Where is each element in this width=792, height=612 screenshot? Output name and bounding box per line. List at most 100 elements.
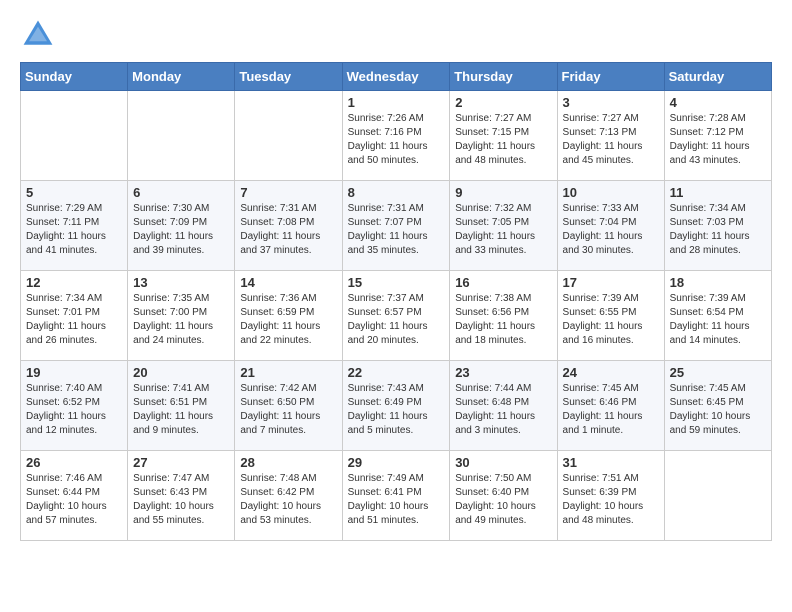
calendar-header-row: SundayMondayTuesdayWednesdayThursdayFrid…: [21, 63, 772, 91]
day-info: Sunrise: 7:37 AM Sunset: 6:57 PM Dayligh…: [348, 292, 445, 348]
calendar-day-cell: 24 Sunrise: 7:45 AM Sunset: 6:46 PM Dayli…: [557, 361, 664, 451]
weekday-header-sunday: Sunday: [21, 63, 128, 91]
day-info: Sunrise: 7:45 AM Sunset: 6:46 PM Dayligh…: [563, 382, 659, 438]
day-info: Sunrise: 7:31 AM Sunset: 7:08 PM Dayligh…: [240, 202, 336, 258]
calendar-day-cell: 25 Sunrise: 7:45 AM Sunset: 6:45 PM Dayli…: [664, 361, 771, 451]
day-number: 26: [26, 455, 122, 470]
calendar-day-cell: 31 Sunrise: 7:51 AM Sunset: 6:39 PM Dayli…: [557, 451, 664, 541]
calendar-day-cell: 10Sunrise: 7:33 AM Sunset: 7:04 PM Dayli…: [557, 181, 664, 271]
day-number: 22: [348, 365, 445, 380]
day-info: Sunrise: 7:26 AM Sunset: 7:16 PM Dayligh…: [348, 112, 445, 168]
day-number: 18: [670, 275, 766, 290]
weekday-header-thursday: Thursday: [450, 63, 557, 91]
day-number: 11: [670, 185, 766, 200]
calendar-day-cell: 22 Sunrise: 7:43 AM Sunset: 6:49 PM Dayli…: [342, 361, 450, 451]
day-number: 24: [563, 365, 659, 380]
day-number: 9: [455, 185, 551, 200]
day-number: 10: [563, 185, 659, 200]
calendar-day-cell: 16 Sunrise: 7:38 AM Sunset: 6:56 PM Dayli…: [450, 271, 557, 361]
day-info: Sunrise: 7:46 AM Sunset: 6:44 PM Dayligh…: [26, 472, 122, 528]
day-info: Sunrise: 7:49 AM Sunset: 6:41 PM Dayligh…: [348, 472, 445, 528]
day-info: Sunrise: 7:41 AM Sunset: 6:51 PM Dayligh…: [133, 382, 229, 438]
calendar-day-cell: [128, 91, 235, 181]
page-header: [20, 16, 772, 52]
day-number: 25: [670, 365, 766, 380]
calendar-day-cell: 12Sunrise: 7:34 AM Sunset: 7:01 PM Dayli…: [21, 271, 128, 361]
day-info: Sunrise: 7:27 AM Sunset: 7:15 PM Dayligh…: [455, 112, 551, 168]
calendar-week-row: 1 Sunrise: 7:26 AM Sunset: 7:16 PM Daylig…: [21, 91, 772, 181]
calendar-day-cell: 2Sunrise: 7:27 AM Sunset: 7:15 PM Daylig…: [450, 91, 557, 181]
day-info: Sunrise: 7:42 AM Sunset: 6:50 PM Dayligh…: [240, 382, 336, 438]
day-info: Sunrise: 7:34 AM Sunset: 7:03 PM Dayligh…: [670, 202, 766, 258]
calendar-day-cell: 19 Sunrise: 7:40 AM Sunset: 6:52 PM Dayli…: [21, 361, 128, 451]
calendar-day-cell: [235, 91, 342, 181]
calendar-day-cell: 18 Sunrise: 7:39 AM Sunset: 6:54 PM Dayli…: [664, 271, 771, 361]
day-info: Sunrise: 7:38 AM Sunset: 6:56 PM Dayligh…: [455, 292, 551, 348]
logo-icon: [20, 16, 56, 52]
day-number: 30: [455, 455, 551, 470]
calendar-week-row: 26 Sunrise: 7:46 AM Sunset: 6:44 PM Dayli…: [21, 451, 772, 541]
logo: [20, 16, 60, 52]
day-number: 13: [133, 275, 229, 290]
calendar-day-cell: 28 Sunrise: 7:48 AM Sunset: 6:42 PM Dayli…: [235, 451, 342, 541]
weekday-header-saturday: Saturday: [664, 63, 771, 91]
day-number: 14: [240, 275, 336, 290]
day-info: Sunrise: 7:39 AM Sunset: 6:54 PM Dayligh…: [670, 292, 766, 348]
day-number: 7: [240, 185, 336, 200]
day-info: Sunrise: 7:28 AM Sunset: 7:12 PM Dayligh…: [670, 112, 766, 168]
calendar-day-cell: [21, 91, 128, 181]
calendar-day-cell: 9 Sunrise: 7:32 AM Sunset: 7:05 PM Daylig…: [450, 181, 557, 271]
day-info: Sunrise: 7:35 AM Sunset: 7:00 PM Dayligh…: [133, 292, 229, 348]
calendar-day-cell: 29 Sunrise: 7:49 AM Sunset: 6:41 PM Dayli…: [342, 451, 450, 541]
weekday-header-monday: Monday: [128, 63, 235, 91]
calendar-day-cell: 30Sunrise: 7:50 AM Sunset: 6:40 PM Dayli…: [450, 451, 557, 541]
calendar-day-cell: 8 Sunrise: 7:31 AM Sunset: 7:07 PM Daylig…: [342, 181, 450, 271]
calendar-day-cell: 15Sunrise: 7:37 AM Sunset: 6:57 PM Dayli…: [342, 271, 450, 361]
day-number: 27: [133, 455, 229, 470]
calendar-day-cell: 27 Sunrise: 7:47 AM Sunset: 6:43 PM Dayli…: [128, 451, 235, 541]
calendar-week-row: 19 Sunrise: 7:40 AM Sunset: 6:52 PM Dayli…: [21, 361, 772, 451]
day-number: 29: [348, 455, 445, 470]
calendar-week-row: 12Sunrise: 7:34 AM Sunset: 7:01 PM Dayli…: [21, 271, 772, 361]
calendar-day-cell: 26 Sunrise: 7:46 AM Sunset: 6:44 PM Dayli…: [21, 451, 128, 541]
day-info: Sunrise: 7:36 AM Sunset: 6:59 PM Dayligh…: [240, 292, 336, 348]
day-info: Sunrise: 7:27 AM Sunset: 7:13 PM Dayligh…: [563, 112, 659, 168]
day-info: Sunrise: 7:48 AM Sunset: 6:42 PM Dayligh…: [240, 472, 336, 528]
day-info: Sunrise: 7:40 AM Sunset: 6:52 PM Dayligh…: [26, 382, 122, 438]
calendar-day-cell: 3 Sunrise: 7:27 AM Sunset: 7:13 PM Daylig…: [557, 91, 664, 181]
calendar-day-cell: 4 Sunrise: 7:28 AM Sunset: 7:12 PM Daylig…: [664, 91, 771, 181]
calendar-day-cell: 11 Sunrise: 7:34 AM Sunset: 7:03 PM Dayli…: [664, 181, 771, 271]
day-number: 21: [240, 365, 336, 380]
day-number: 28: [240, 455, 336, 470]
calendar-day-cell: 5Sunrise: 7:29 AM Sunset: 7:11 PM Daylig…: [21, 181, 128, 271]
day-info: Sunrise: 7:45 AM Sunset: 6:45 PM Dayligh…: [670, 382, 766, 438]
day-number: 4: [670, 95, 766, 110]
day-number: 16: [455, 275, 551, 290]
day-info: Sunrise: 7:43 AM Sunset: 6:49 PM Dayligh…: [348, 382, 445, 438]
weekday-header-friday: Friday: [557, 63, 664, 91]
day-number: 20: [133, 365, 229, 380]
day-info: Sunrise: 7:31 AM Sunset: 7:07 PM Dayligh…: [348, 202, 445, 258]
day-info: Sunrise: 7:29 AM Sunset: 7:11 PM Dayligh…: [26, 202, 122, 258]
day-number: 8: [348, 185, 445, 200]
day-info: Sunrise: 7:51 AM Sunset: 6:39 PM Dayligh…: [563, 472, 659, 528]
day-info: Sunrise: 7:39 AM Sunset: 6:55 PM Dayligh…: [563, 292, 659, 348]
calendar-day-cell: 17 Sunrise: 7:39 AM Sunset: 6:55 PM Dayli…: [557, 271, 664, 361]
day-number: 3: [563, 95, 659, 110]
day-number: 1: [348, 95, 445, 110]
calendar-day-cell: 6Sunrise: 7:30 AM Sunset: 7:09 PM Daylig…: [128, 181, 235, 271]
day-number: 17: [563, 275, 659, 290]
calendar-day-cell: 7 Sunrise: 7:31 AM Sunset: 7:08 PM Daylig…: [235, 181, 342, 271]
day-info: Sunrise: 7:47 AM Sunset: 6:43 PM Dayligh…: [133, 472, 229, 528]
day-number: 19: [26, 365, 122, 380]
day-number: 12: [26, 275, 122, 290]
calendar-table: SundayMondayTuesdayWednesdayThursdayFrid…: [20, 62, 772, 541]
day-info: Sunrise: 7:30 AM Sunset: 7:09 PM Dayligh…: [133, 202, 229, 258]
calendar-day-cell: 1 Sunrise: 7:26 AM Sunset: 7:16 PM Daylig…: [342, 91, 450, 181]
day-number: 23: [455, 365, 551, 380]
day-info: Sunrise: 7:32 AM Sunset: 7:05 PM Dayligh…: [455, 202, 551, 258]
calendar-day-cell: 14 Sunrise: 7:36 AM Sunset: 6:59 PM Dayli…: [235, 271, 342, 361]
calendar-day-cell: 21 Sunrise: 7:42 AM Sunset: 6:50 PM Dayli…: [235, 361, 342, 451]
calendar-day-cell: [664, 451, 771, 541]
day-number: 31: [563, 455, 659, 470]
